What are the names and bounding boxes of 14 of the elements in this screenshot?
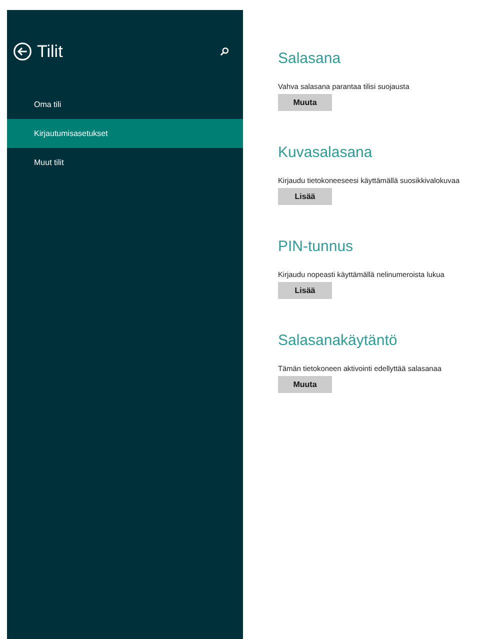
action-button[interactable]: Lisää [278, 282, 332, 299]
page-title: Tilit [37, 42, 64, 62]
search-icon[interactable] [220, 47, 229, 56]
sidebar-item[interactable]: Muut tilit [7, 148, 243, 177]
section-heading: Salasana [278, 49, 342, 69]
action-button[interactable]: Muuta [278, 94, 332, 111]
back-icon[interactable] [13, 42, 32, 61]
section-heading: Kuvasalasana [278, 143, 374, 163]
section-heading: PIN-tunnus [278, 237, 354, 257]
sidebar-item[interactable]: Oma tili [7, 90, 243, 119]
action-button[interactable]: Lisää [278, 188, 332, 205]
section-heading: Salasanakäytäntö [278, 331, 398, 351]
action-button[interactable]: Muuta [278, 376, 332, 393]
sidebar-item[interactable]: Kirjautumisasetukset [7, 119, 243, 148]
